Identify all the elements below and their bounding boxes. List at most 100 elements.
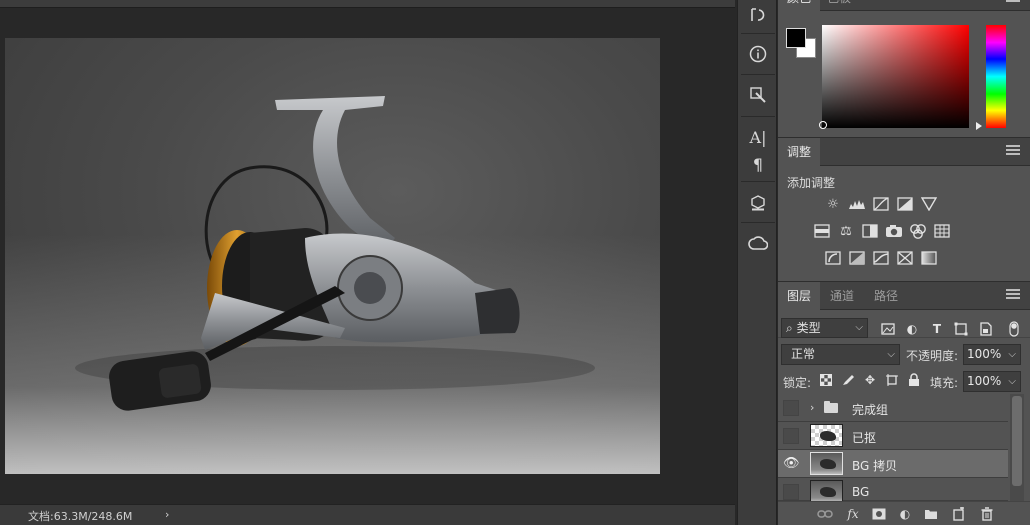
filter-adjustment-layers-icon[interactable]: ◐: [904, 321, 920, 337]
layer-name: BG: [852, 485, 870, 499]
channel-mixer-icon[interactable]: [909, 223, 927, 239]
color-panel-menu-icon[interactable]: [1006, 0, 1020, 6]
tab-channels[interactable]: 通道: [821, 282, 863, 310]
hue-slider[interactable]: [986, 25, 1006, 128]
layer-row-bg-copy[interactable]: 👁 BG 拷贝: [778, 450, 1008, 478]
strip-divider: [741, 74, 775, 75]
fill-label: 填充:: [930, 376, 959, 390]
prevent-auto-nesting-icon[interactable]: [884, 372, 900, 388]
black-white-icon[interactable]: [861, 223, 879, 239]
new-layer-icon[interactable]: [950, 506, 968, 522]
paragraph-panel-icon[interactable]: ¶: [742, 151, 774, 177]
color-balance-icon[interactable]: ⚖: [837, 223, 855, 239]
layer-name: 完成组: [852, 403, 889, 417]
photo-filter-icon[interactable]: [885, 223, 903, 239]
lock-label: 锁定:: [783, 376, 812, 390]
document-canvas-area[interactable]: 文档:63.3M/248.6M ›: [0, 0, 735, 525]
layers-scrollbar[interactable]: [1010, 394, 1024, 502]
blend-mode-select[interactable]: 正常 ⌵: [781, 344, 900, 365]
tab-layers[interactable]: 图层: [778, 282, 821, 310]
lock-image-pixels-icon[interactable]: [840, 372, 856, 388]
layer-filter-row: ⌕ 类型 ⌵ ◐ T: [778, 312, 1030, 338]
color-field-marker[interactable]: [819, 121, 827, 129]
visibility-toggle-off[interactable]: [783, 484, 799, 500]
lock-position-icon[interactable]: ✥: [862, 372, 878, 388]
layer-thumbnail: [810, 480, 843, 503]
reel-thumbnail-shape: [820, 431, 836, 441]
layers-panel-footer: fx ◐: [778, 501, 1030, 525]
filter-smart-objects-icon[interactable]: [978, 321, 994, 337]
opacity-label: 不透明度:: [906, 349, 959, 363]
curves-icon[interactable]: [872, 196, 890, 212]
document-image-fishing-reel[interactable]: [5, 38, 660, 474]
adjustments-panel-menu-icon[interactable]: [1006, 145, 1020, 159]
layer-style-fx-button[interactable]: fx: [844, 506, 862, 522]
selective-color-icon[interactable]: [896, 250, 914, 266]
layer-name: 已抠: [852, 431, 877, 445]
delete-layer-trash-icon[interactable]: [978, 506, 996, 522]
visibility-toggle-off[interactable]: [783, 400, 799, 416]
layer-thumbnail: [810, 452, 843, 475]
invert-icon[interactable]: [824, 250, 842, 266]
brightness-contrast-icon[interactable]: ☼: [824, 196, 842, 212]
threshold-icon[interactable]: [872, 250, 890, 266]
layer-thumbnail-transparent: [810, 424, 843, 447]
character-panel-icon[interactable]: A|: [742, 124, 774, 150]
posterize-icon[interactable]: [848, 250, 866, 266]
brush-settings-icon[interactable]: [742, 82, 774, 108]
folder-icon: [824, 401, 838, 413]
filter-shape-layers-icon[interactable]: [953, 321, 969, 337]
link-layers-icon[interactable]: [816, 506, 834, 522]
layer-filter-kind-select[interactable]: ⌕ 类型 ⌵: [781, 318, 868, 338]
eye-icon[interactable]: 👁: [783, 456, 800, 472]
strip-divider: [741, 222, 775, 223]
color-lookup-icon[interactable]: [933, 223, 951, 239]
opacity-input[interactable]: 100% ⌵: [963, 344, 1021, 365]
document-size-readout: 文档:63.3M/248.6M: [28, 510, 133, 523]
layer-row-cutout[interactable]: 已抠: [778, 422, 1008, 450]
add-layer-mask-icon[interactable]: [870, 506, 888, 522]
new-group-folder-icon[interactable]: [922, 506, 940, 522]
layers-panel-menu-icon[interactable]: [1006, 289, 1020, 303]
fill-input[interactable]: 100% ⌵: [963, 371, 1021, 392]
color-panel: 颜色 色板: [778, 0, 1030, 137]
tab-paths[interactable]: 路径: [865, 282, 907, 310]
levels-icon[interactable]: [848, 196, 866, 212]
tab-swatches[interactable]: 色板: [818, 0, 860, 11]
chevron-right-icon[interactable]: ›: [810, 401, 814, 414]
add-adjustment-label: 添加调整: [787, 176, 836, 190]
tab-adjustments[interactable]: 调整: [778, 138, 821, 166]
tab-color[interactable]: 颜色: [778, 0, 821, 11]
panel-dock: 颜色 色板 调整 添加调整 ☼: [778, 0, 1030, 525]
history-panel-icon[interactable]: [742, 2, 774, 28]
strip-divider: [741, 116, 775, 117]
creative-cloud-libraries-icon[interactable]: [742, 231, 774, 257]
hue-slider-marker[interactable]: [976, 122, 982, 130]
vibrance-icon[interactable]: [920, 196, 938, 212]
chevron-down-icon: ⌵: [855, 322, 863, 333]
filter-type-layers-icon[interactable]: T: [929, 321, 945, 337]
search-icon: ⌕: [786, 321, 793, 335]
visibility-toggle-off[interactable]: [783, 428, 799, 444]
layers-scrollbar-thumb[interactable]: [1012, 396, 1022, 486]
new-adjustment-layer-icon[interactable]: ◐: [896, 506, 914, 522]
info-panel-icon[interactable]: [742, 41, 774, 67]
opacity-value: 100%: [967, 347, 1002, 361]
color-panel-tabs: 颜色 色板: [778, 0, 1030, 11]
foreground-color-swatch[interactable]: [786, 28, 806, 48]
filter-pixel-layers-icon[interactable]: [880, 321, 896, 337]
filter-toggle-switch[interactable]: [1006, 321, 1022, 337]
status-menu-arrow[interactable]: ›: [165, 508, 169, 521]
lock-transparent-pixels-icon[interactable]: [818, 372, 834, 388]
layer-row-bg[interactable]: BG: [778, 478, 1008, 503]
reel-thumbnail-shape: [820, 459, 836, 469]
exposure-icon[interactable]: [896, 196, 914, 212]
gradient-map-icon[interactable]: [920, 250, 938, 266]
color-picker-field[interactable]: [822, 25, 969, 128]
hue-saturation-icon[interactable]: [813, 223, 831, 239]
3d-panel-icon[interactable]: [742, 190, 774, 216]
layer-row-group[interactable]: › 完成组: [778, 394, 1008, 422]
lock-all-icon[interactable]: [906, 372, 922, 388]
fill-value: 100%: [967, 374, 1002, 388]
chevron-down-icon: ⌵: [1008, 376, 1016, 387]
